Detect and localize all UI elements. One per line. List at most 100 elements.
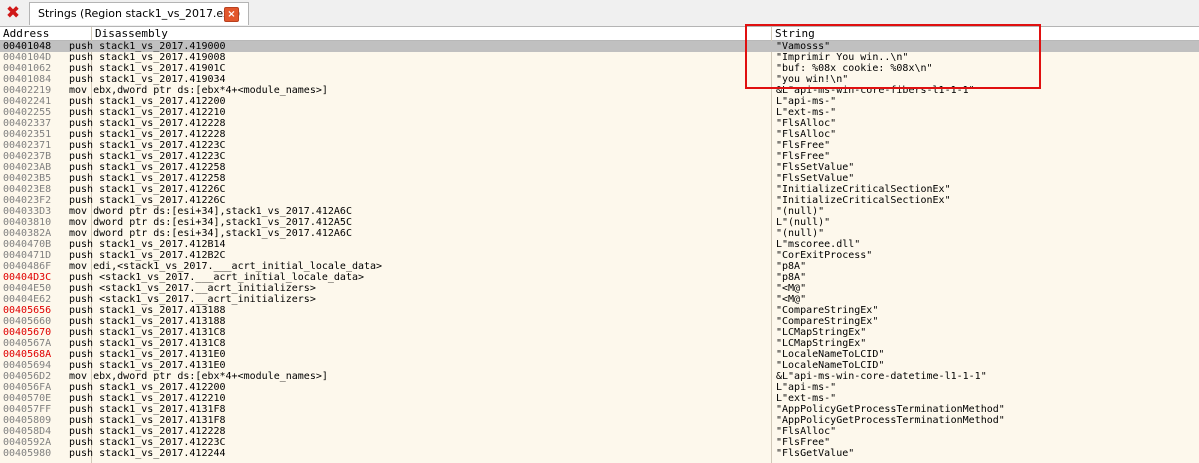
string-cell: "CompareStringEx" bbox=[776, 316, 879, 327]
string-cell: "FlsFree" bbox=[776, 151, 831, 162]
string-cell: "CompareStringEx" bbox=[776, 305, 879, 316]
table-row[interactable]: 0040382A mov dword ptr ds:[esi+34],stack1… bbox=[0, 228, 1199, 239]
table-row[interactable]: 00402337 push stack1_vs_2017.412228 "FlsAl… bbox=[0, 118, 1199, 129]
disassembly-cell: mov dword ptr ds:[esi+34],stack1_vs_2017… bbox=[69, 217, 352, 228]
table-row[interactable]: 00405670 push stack1_vs_2017.4131C8 "LCMap… bbox=[0, 327, 1199, 338]
string-cell: "CorExitProcess" bbox=[776, 250, 873, 261]
string-cell: "AppPolicyGetProcessTerminationMethod" bbox=[776, 415, 1005, 426]
disassembly-cell: push stack1_vs_2017.412210 bbox=[69, 107, 226, 118]
string-cell: "buf: %08x cookie: %08x\n" bbox=[776, 63, 933, 74]
string-cell: L"(null)" bbox=[776, 217, 831, 228]
string-cell: "(null)" bbox=[776, 228, 825, 239]
table-row[interactable]: 00405694 push stack1_vs_2017.4131E0 "Local… bbox=[0, 360, 1199, 371]
table-row[interactable]: 004023F2 push stack1_vs_2017.41226C "Initi… bbox=[0, 195, 1199, 206]
disassembly-cell: push stack1_vs_2017.412200 bbox=[69, 382, 226, 393]
table-row[interactable]: 004056FA push stack1_vs_2017.412200 L"api-… bbox=[0, 382, 1199, 393]
string-cell: "InitializeCriticalSectionEx" bbox=[776, 195, 951, 206]
table-row[interactable]: 00401062 push stack1_vs_2017.41901C "buf: … bbox=[0, 63, 1199, 74]
disassembly-cell: push stack1_vs_2017.413188 bbox=[69, 316, 226, 327]
disassembly-cell: push stack1_vs_2017.412200 bbox=[69, 96, 226, 107]
string-cell: "FlsAlloc" bbox=[776, 118, 837, 129]
string-cell: L"api-ms-" bbox=[776, 382, 837, 393]
table-row[interactable]: 00405660 push stack1_vs_2017.413188 "Compa… bbox=[0, 316, 1199, 327]
table-row[interactable]: 00401084 push stack1_vs_2017.419034 "you w… bbox=[0, 74, 1199, 85]
string-cell: "FlsFree" bbox=[776, 140, 831, 151]
tab-close-icon[interactable]: × bbox=[224, 7, 239, 22]
table-row[interactable]: 00401048 push stack1_vs_2017.419000 "Vamos… bbox=[0, 41, 1199, 52]
string-cell: &L"api-ms-win-core-fibers-l1-1-1" bbox=[776, 85, 975, 96]
disassembly-cell: push stack1_vs_2017.41226C bbox=[69, 195, 226, 206]
close-icon[interactable]: ✖ bbox=[3, 3, 23, 23]
table-row[interactable]: 0040470B push stack1_vs_2017.412B14 L"msco… bbox=[0, 239, 1199, 250]
disassembly-cell: push stack1_vs_2017.4131F8 bbox=[69, 415, 226, 426]
strings-table: 00401048 push stack1_vs_2017.419000 "Vamos… bbox=[0, 41, 1199, 459]
disassembly-cell: push <stack1_vs_2017.___acrt_initial_loc… bbox=[69, 272, 365, 283]
disassembly-cell: push stack1_vs_2017.41223C bbox=[69, 151, 226, 162]
disassembly-cell: push stack1_vs_2017.412210 bbox=[69, 393, 226, 404]
table-header: Address Disassembly String bbox=[0, 27, 1199, 41]
disassembly-cell: push stack1_vs_2017.412228 bbox=[69, 118, 226, 129]
string-cell: "p8A" bbox=[776, 272, 807, 283]
table-row[interactable]: 004023AB push stack1_vs_2017.412258 "FlsSe… bbox=[0, 162, 1199, 173]
string-cell: "LocaleNameToLCID" bbox=[776, 349, 885, 360]
table-row[interactable]: 00405809 push stack1_vs_2017.4131F8 "AppPo… bbox=[0, 415, 1199, 426]
table-row[interactable]: 00404E50 push <stack1_vs_2017.__acrt_init… bbox=[0, 283, 1199, 294]
table-row[interactable]: 0040486F mov edi,<stack1_vs_2017.___acrt_… bbox=[0, 261, 1199, 272]
disassembly-cell: push stack1_vs_2017.41223C bbox=[69, 437, 226, 448]
table-row[interactable]: 00404E62 push <stack1_vs_2017.__acrt_init… bbox=[0, 294, 1199, 305]
disassembly-cell: push stack1_vs_2017.412258 bbox=[69, 173, 226, 184]
column-header-address[interactable]: Address bbox=[0, 27, 92, 40]
string-cell: "FlsAlloc" bbox=[776, 129, 837, 140]
disassembly-cell: push stack1_vs_2017.419034 bbox=[69, 74, 226, 85]
table-row[interactable]: 0040104D push stack1_vs_2017.419008 "Impri… bbox=[0, 52, 1199, 63]
string-cell: L"ext-ms-" bbox=[776, 107, 837, 118]
column-header-string[interactable]: String bbox=[772, 27, 1199, 40]
table-row[interactable]: 00402255 push stack1_vs_2017.412210 L"ext-… bbox=[0, 107, 1199, 118]
table-row[interactable]: 0040592A push stack1_vs_2017.41223C "FlsFr… bbox=[0, 437, 1199, 448]
table-row[interactable]: 0040471D push stack1_vs_2017.412B2C "CorEx… bbox=[0, 250, 1199, 261]
disassembly-cell: push stack1_vs_2017.413188 bbox=[69, 305, 226, 316]
table-row[interactable]: 004057FF push stack1_vs_2017.4131F8 "AppPo… bbox=[0, 404, 1199, 415]
disassembly-cell: mov edi,<stack1_vs_2017.___acrt_initial_… bbox=[69, 261, 383, 272]
string-cell: L"mscoree.dll" bbox=[776, 239, 861, 250]
string-cell: &L"api-ms-win-core-datetime-l1-1-1" bbox=[776, 371, 987, 382]
string-cell: "Imprimir You win..\n" bbox=[776, 52, 909, 63]
disassembly-cell: push <stack1_vs_2017.__acrt_initializers… bbox=[69, 294, 316, 305]
table-row[interactable]: 004058D4 push stack1_vs_2017.412228 "FlsAl… bbox=[0, 426, 1199, 437]
disassembly-cell: push stack1_vs_2017.419008 bbox=[69, 52, 226, 63]
string-cell: "you win!\n" bbox=[776, 74, 849, 85]
table-row[interactable]: 00405980 push stack1_vs_2017.412244 "FlsGe… bbox=[0, 448, 1199, 459]
string-cell: "FlsAlloc" bbox=[776, 426, 837, 437]
table-row[interactable]: 00405656 push stack1_vs_2017.413188 "Compa… bbox=[0, 305, 1199, 316]
disassembly-cell: mov ebx,dword ptr ds:[ebx*4+<module_name… bbox=[69, 371, 328, 382]
disassembly-cell: push stack1_vs_2017.41901C bbox=[69, 63, 226, 74]
table-row[interactable]: 004033D3 mov dword ptr ds:[esi+34],stack1… bbox=[0, 206, 1199, 217]
table-row[interactable]: 00404D3C push <stack1_vs_2017.___acrt_ini… bbox=[0, 272, 1199, 283]
string-cell: "InitializeCriticalSectionEx" bbox=[776, 184, 951, 195]
table-row[interactable]: 004023B5 push stack1_vs_2017.412258 "FlsSe… bbox=[0, 173, 1199, 184]
string-cell: "<M@" bbox=[776, 294, 807, 305]
string-cell: L"ext-ms-" bbox=[776, 393, 837, 404]
string-cell: "Vamosss" bbox=[776, 41, 831, 52]
string-cell: "FlsFree" bbox=[776, 437, 831, 448]
disassembly-cell: push stack1_vs_2017.412B14 bbox=[69, 239, 226, 250]
column-header-disassembly[interactable]: Disassembly bbox=[92, 27, 772, 40]
table-row[interactable]: 0040567A push stack1_vs_2017.4131C8 "LCMap… bbox=[0, 338, 1199, 349]
string-cell: "p8A" bbox=[776, 261, 807, 272]
tab-strings[interactable]: Strings (Region stack1_vs_2017.exe) × bbox=[29, 2, 249, 25]
table-row[interactable]: 00402219 mov ebx,dword ptr ds:[ebx*4+<mod… bbox=[0, 85, 1199, 96]
table-row[interactable]: 00402351 push stack1_vs_2017.412228 "FlsAl… bbox=[0, 129, 1199, 140]
table-row[interactable]: 0040568A push stack1_vs_2017.4131E0 "Local… bbox=[0, 349, 1199, 360]
table-row[interactable]: 004056D2 mov ebx,dword ptr ds:[ebx*4+<mod… bbox=[0, 371, 1199, 382]
table-row[interactable]: 0040570E push stack1_vs_2017.412210 L"ext-… bbox=[0, 393, 1199, 404]
table-row[interactable]: 00402371 push stack1_vs_2017.41223C "FlsFr… bbox=[0, 140, 1199, 151]
table-row[interactable]: 004023E8 push stack1_vs_2017.41226C "Initi… bbox=[0, 184, 1199, 195]
disassembly-cell: push stack1_vs_2017.412B2C bbox=[69, 250, 226, 261]
string-cell: "FlsSetValue" bbox=[776, 162, 855, 173]
table-row[interactable]: 00402241 push stack1_vs_2017.412200 L"api-… bbox=[0, 96, 1199, 107]
tab-title: Strings (Region stack1_vs_2017.exe) bbox=[38, 7, 241, 20]
table-row[interactable]: 0040237B push stack1_vs_2017.41223C "FlsFr… bbox=[0, 151, 1199, 162]
table-row[interactable]: 00403810 mov dword ptr ds:[esi+34],stack1… bbox=[0, 217, 1199, 228]
disassembly-cell: push stack1_vs_2017.412258 bbox=[69, 162, 226, 173]
disassembly-cell: push stack1_vs_2017.4131C8 bbox=[69, 338, 226, 349]
